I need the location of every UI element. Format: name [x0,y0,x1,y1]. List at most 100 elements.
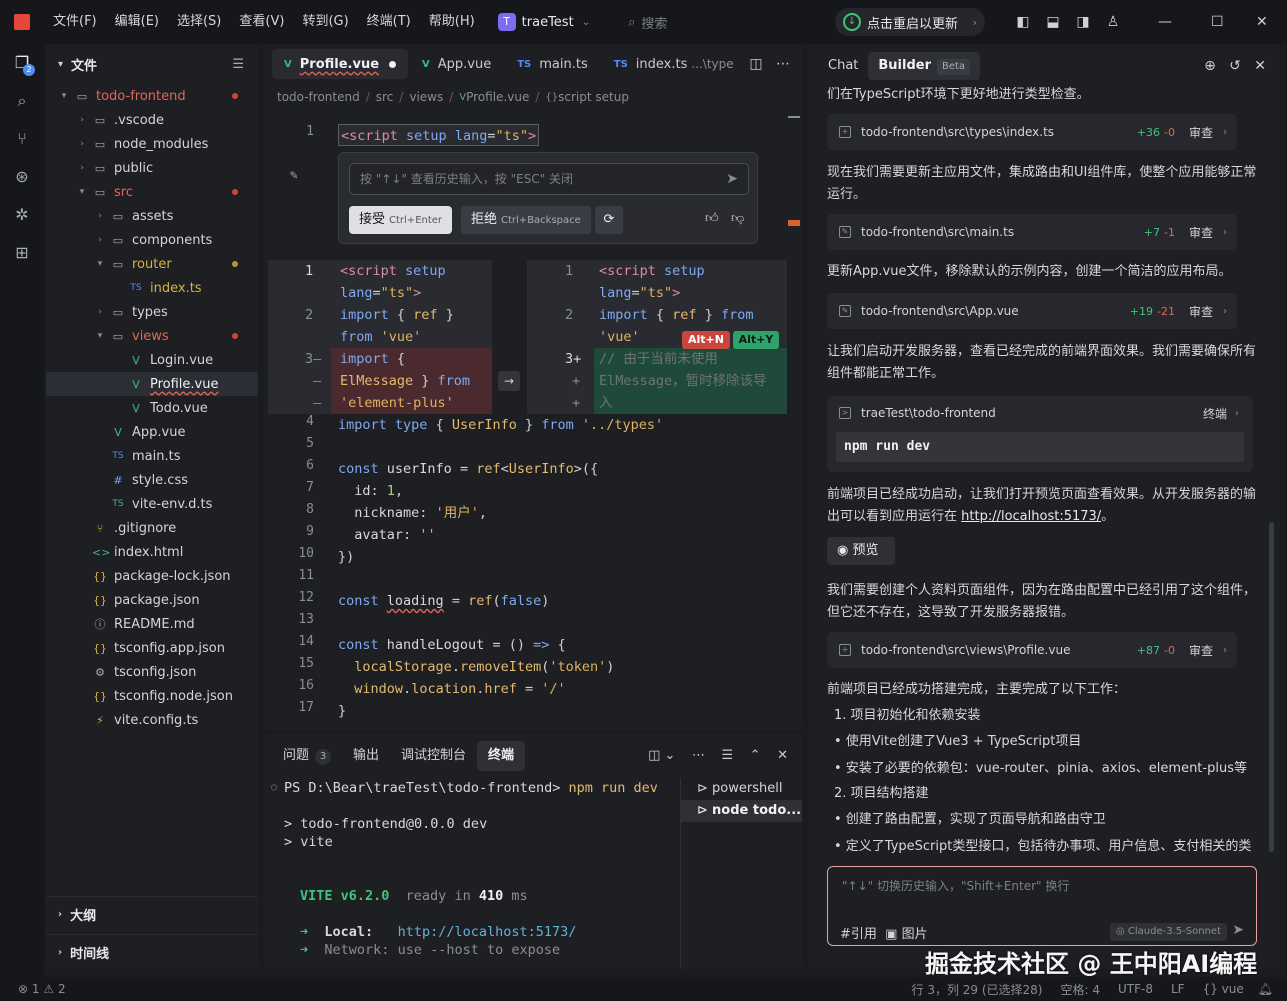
ai-edit-icon[interactable]: ✎ [290,168,298,183]
local-url[interactable]: http://localhost:5173/ [398,924,577,940]
file-change-card[interactable]: + todo-frontend\src\types\index.ts +36 -… [827,114,1237,150]
review-button[interactable]: 审查 [1189,224,1213,241]
menu-item[interactable]: 查看(V) [230,0,293,44]
maximize-icon[interactable]: ☐ [1211,0,1224,44]
reject-button[interactable]: 拒绝 Ctrl+Backspace [461,206,591,234]
chat-scrollbar[interactable] [1269,522,1274,852]
notifications-icon[interactable]: 🔔︎ [1258,982,1273,996]
file-change-card[interactable]: ✎ todo-frontend\src\App.vue +19 -21 审查 › [827,293,1237,329]
new-chat-icon[interactable]: ⊕ [1204,58,1216,74]
breadcrumb-item[interactable]: views [409,90,443,104]
menu-item[interactable]: 选择(S) [168,0,230,44]
tree-item[interactable]: ▾ ▭ views [46,324,258,348]
account-icon[interactable]: ♙ [1098,14,1128,30]
accept-shortcut-badge[interactable]: Alt+Y [733,331,779,349]
minimize-icon[interactable]: — [1158,0,1172,44]
file-change-card[interactable]: + todo-frontend\src\views\Profile.vue +8… [827,632,1237,668]
panel-tab[interactable]: 终端 [477,741,526,771]
outline-section[interactable]: › 大纲 [46,896,258,932]
accept-button[interactable]: 接受 Ctrl+Enter [349,206,453,234]
more-icon[interactable]: ⋯ [692,748,705,763]
split-editor-icon[interactable]: ◫ [749,56,762,72]
settings-icon[interactable]: ☰ [721,748,733,763]
terminal-session-powershell[interactable]: ⊳ powershell [681,778,802,800]
project-switcher[interactable]: T traeTest ⌄ [497,13,590,31]
menu-item[interactable]: 转到(G) [293,0,357,44]
panel-tab[interactable]: 调试控制台 [390,741,477,771]
explorer-header[interactable]: ▾ 文件 ☰ [46,44,258,84]
split-terminal-icon[interactable]: ◫ [648,748,660,763]
terminal-command-card[interactable]: > traeTest\todo-frontend 终端 › npm run de… [827,396,1253,472]
tree-item[interactable]: # style.css [46,468,258,492]
tree-item[interactable]: V App.vue [46,420,258,444]
regenerate-icon[interactable]: ⟳ [595,206,623,234]
close-chat-icon[interactable]: ✕ [1254,58,1266,74]
close-panel-icon[interactable]: ✕ [777,748,788,763]
encoding[interactable]: UTF-8 [1118,982,1153,996]
tree-item[interactable]: {} package-lock.json [46,564,258,588]
tree-item[interactable]: TS index.ts [46,276,258,300]
tree-item[interactable]: V Login.vue [46,348,258,372]
menu-item[interactable]: 终端(T) [358,0,420,44]
menu-item[interactable]: 编辑(E) [106,0,168,44]
problems-status[interactable]: ⊗ 1 ⚠ 2 [18,982,66,996]
reject-shortcut-badge[interactable]: Alt+N [682,331,730,349]
chevron-down-icon[interactable]: ⌄ [665,748,676,763]
panel-tab[interactable]: 输出 [342,741,390,771]
preview-button[interactable]: ◉ 预览 [827,537,895,565]
tree-item[interactable]: ▾ ▭ src [46,180,258,204]
thumbs-up-icon[interactable]: 👍︎ [705,211,719,226]
line-ending[interactable]: LF [1171,982,1185,996]
terminal-session-node[interactable]: ⊳ node todo... [681,800,802,822]
editor-tab[interactable]: TS index.ts ...\type [602,49,746,79]
indentation[interactable]: 空格: 4 [1060,981,1100,998]
tree-item[interactable]: {} package.json [46,588,258,612]
tree-item[interactable]: ▾ ▭ router [46,252,258,276]
send-icon[interactable]: ➤ [726,164,738,194]
tab-builder[interactable]: Builder Beta [868,52,981,80]
source-control-icon[interactable]: ⑂ [0,120,44,158]
tree-item[interactable]: ⑂ .gitignore [46,516,258,540]
menu-item[interactable]: 文件(F) [44,0,106,44]
breadcrumb-item[interactable]: todo-frontend [277,90,360,104]
send-icon[interactable]: ➤ [1232,922,1244,938]
tree-item[interactable]: <> index.html [46,540,258,564]
extensions-icon[interactable]: ⊞ [0,234,44,272]
breadcrumb-item[interactable]: script setup [558,90,629,104]
search-icon[interactable]: ⌕ [0,82,44,120]
review-button[interactable]: 审查 [1189,124,1213,141]
toggle-panel-icon[interactable]: ⬓ [1038,14,1068,30]
editor-tab[interactable]: V Profile.vue [272,49,409,79]
tree-item[interactable]: ▾ ▭ todo-frontend [46,84,258,108]
debug-icon[interactable]: ✲ [0,196,44,234]
inline-chat-input[interactable]: 按 "↑↓" 查看历史输入，按 "ESC" 关闭 ➤ [349,163,749,195]
menu-item[interactable]: 帮助(H) [420,0,484,44]
localhost-link[interactable]: http://localhost:5173/ [961,509,1101,524]
tree-item[interactable]: › ▭ .vscode [46,108,258,132]
close-window-icon[interactable]: ✕ [1256,0,1268,44]
more-icon[interactable]: ⋯ [776,56,790,72]
reference-button[interactable]: #引用 [840,927,877,942]
tree-item[interactable]: › ▭ public [46,156,258,180]
tree-item[interactable]: ⓘ README.md [46,612,258,636]
chat-input[interactable]: "↑↓" 切换历史输入，"Shift+Enter" 换行 #引用 ▣ 图片 ◎ … [827,866,1257,946]
tree-item[interactable]: {} tsconfig.app.json [46,636,258,660]
global-search[interactable]: ⌕ 搜索 [628,13,667,32]
apply-change-arrow-icon[interactable]: → [498,371,520,391]
model-selector[interactable]: ◎ Claude-3.5-Sonnet [1110,923,1227,941]
tab-chat[interactable]: Chat [818,52,868,80]
explorer-icon[interactable]: ❐ 2 [0,44,44,82]
tree-item[interactable]: {} tsconfig.node.json [46,684,258,708]
timeline-section[interactable]: › 时间线 [46,934,258,970]
review-button[interactable]: 审查 [1189,642,1213,659]
file-change-card[interactable]: ✎ todo-frontend\src\main.ts +7 -1 审查 › [827,214,1237,250]
restart-update-button[interactable]: ↓ 点击重启以更新 › [835,8,985,36]
tree-item[interactable]: V Profile.vue [46,372,258,396]
review-button[interactable]: 审查 [1189,303,1213,320]
language-mode[interactable]: {} vue [1203,982,1244,996]
cursor-position[interactable]: 行 3，列 29 (已选择28) [912,981,1043,998]
tree-item[interactable]: ⚙ tsconfig.json [46,660,258,684]
tree-item[interactable]: V Todo.vue [46,396,258,420]
image-button[interactable]: 图片 [902,927,928,942]
history-icon[interactable]: ↺ [1229,58,1241,74]
